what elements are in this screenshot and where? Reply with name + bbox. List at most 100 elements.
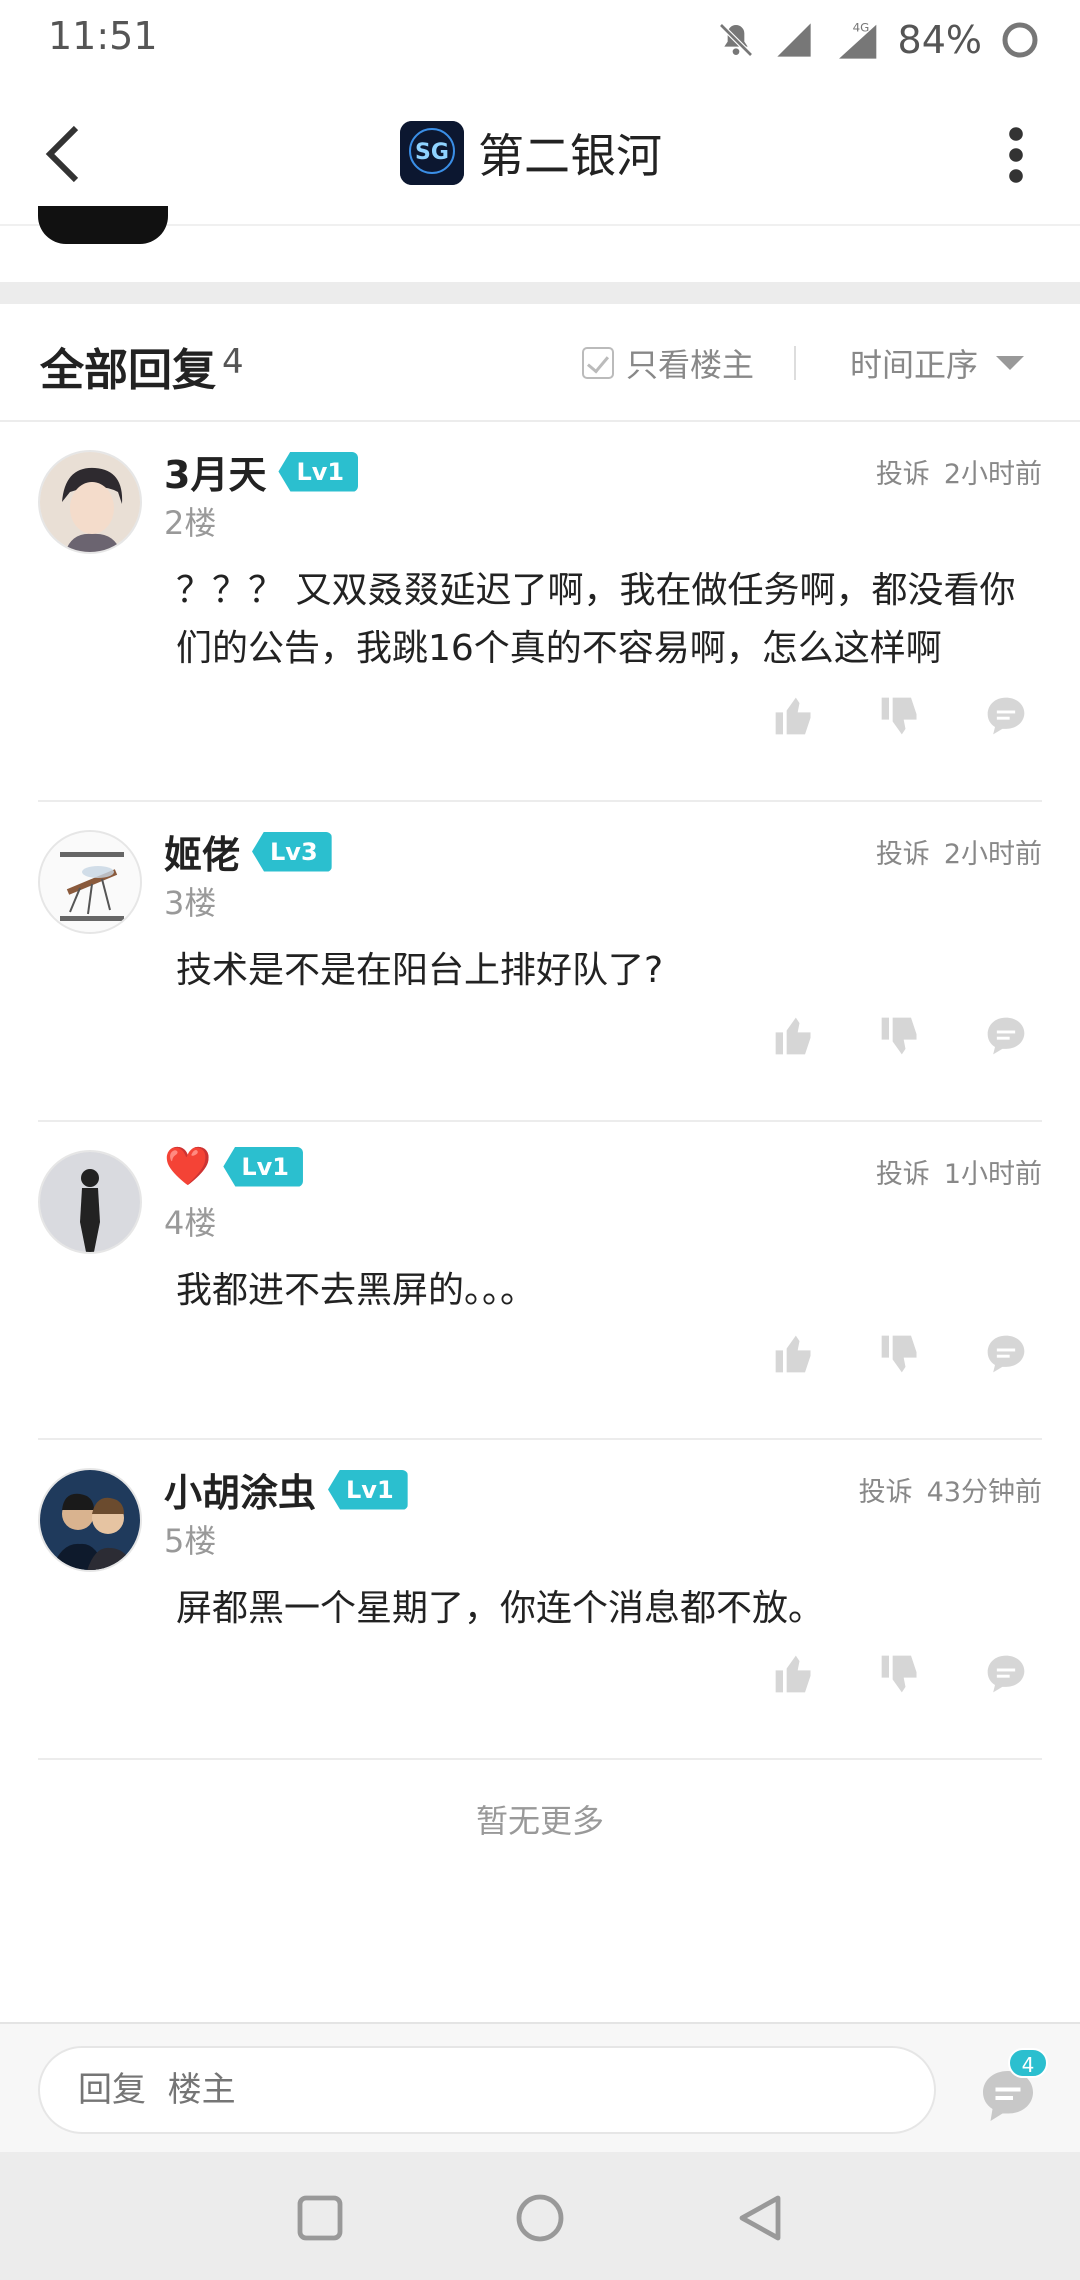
back-nav-button[interactable] xyxy=(730,2188,790,2248)
post-time: 2小时前 xyxy=(943,839,1042,870)
post-content: 屏都黑一个星期了，你连个消息都不放。 xyxy=(176,1580,1040,1638)
level-badge: Lv1 xyxy=(328,1469,408,1510)
post-content-line: ？？？ 又双叒叕延迟了啊，我在做任务啊，都没看你 xyxy=(176,570,1016,611)
comment-icon[interactable] xyxy=(984,694,1028,738)
username-row: 小胡涂虫 Lv1 xyxy=(164,1462,408,1517)
replies-title: 全部回复 xyxy=(40,345,216,396)
comment-icon[interactable] xyxy=(984,1332,1028,1376)
post-time: 43分钟前 xyxy=(926,1477,1042,1508)
username[interactable]: 小胡涂虫 xyxy=(164,1462,316,1517)
report-link[interactable]: 投诉 xyxy=(876,452,930,491)
post-content-line: 们的公告，我跳16个真的不容易啊，怎么这样啊 xyxy=(176,628,942,669)
post-actions xyxy=(772,1652,1028,1696)
floor-number: 3楼 xyxy=(164,884,217,922)
username-row: 3月天 Lv1 xyxy=(164,444,359,499)
sort-dropdown[interactable]: 时间正序 xyxy=(850,340,1025,386)
thumbs-down-icon[interactable] xyxy=(878,1332,922,1376)
square-icon xyxy=(297,2195,343,2241)
level-badge: Lv1 xyxy=(223,1146,303,1187)
page-title: 第二银河 xyxy=(478,129,662,183)
post-content: 技术是不是在阳台上排好队了? xyxy=(176,942,1040,1000)
svg-text:4G: 4G xyxy=(852,21,869,35)
reply-item: 3月天 Lv1 2楼 投诉 2小时前 ？？？ 又双叒叕延迟了啊，我在做任务啊，都… xyxy=(0,422,1080,802)
battery-percent: 84% xyxy=(897,18,982,62)
avatar[interactable] xyxy=(38,830,142,934)
status-bar: 11:51 4G 84% xyxy=(0,0,1080,80)
thumbs-up-icon[interactable] xyxy=(772,1014,816,1058)
username-row: 姬佬 Lv3 xyxy=(164,824,332,879)
app-logo: SG xyxy=(400,121,464,185)
thumbs-down-icon[interactable] xyxy=(878,694,922,738)
op-only-toggle[interactable]: 只看楼主 xyxy=(582,340,754,386)
username[interactable]: ❤️ xyxy=(164,1144,211,1189)
app-header: SG 第二银河 xyxy=(0,80,1080,226)
op-only-label: 只看楼主 xyxy=(626,346,755,384)
username-row: ❤️ Lv1 xyxy=(164,1144,303,1189)
system-nav-bar xyxy=(0,2152,1080,2280)
level-badge: Lv3 xyxy=(252,831,332,872)
comment-icon[interactable] xyxy=(984,1014,1028,1058)
post-content-line: 技术是不是在阳台上排好队了? xyxy=(176,950,664,991)
caret-down-icon xyxy=(996,356,1025,370)
avatar[interactable] xyxy=(38,450,142,554)
avatar[interactable] xyxy=(38,1468,142,1572)
thumbs-up-icon[interactable] xyxy=(772,1652,816,1696)
post-action-stub[interactable] xyxy=(38,206,168,244)
more-menu-button[interactable] xyxy=(996,120,1036,190)
reply-input[interactable] xyxy=(38,2046,936,2134)
post-meta: 投诉 1小时前 xyxy=(876,1152,1042,1191)
thumbs-up-icon[interactable] xyxy=(772,1332,816,1376)
floor-number: 4楼 xyxy=(164,1204,217,1242)
level-badge: Lv1 xyxy=(278,451,359,492)
bell-muted-icon xyxy=(716,20,756,60)
username[interactable]: 3月天 xyxy=(164,444,266,499)
more-vertical-icon xyxy=(1009,127,1023,183)
divider xyxy=(38,1758,1042,1760)
reply-bar: 4 xyxy=(0,2022,1080,2152)
avatar[interactable] xyxy=(38,1150,142,1254)
circle-icon xyxy=(516,2194,564,2242)
floor-number: 5楼 xyxy=(164,1522,217,1560)
battery-ring-icon xyxy=(1000,20,1040,60)
post-content-line: 我都进不去黑屏的。。。 xyxy=(176,1270,537,1311)
signal-icon xyxy=(774,20,814,60)
status-icons: 4G 84% xyxy=(716,14,1040,66)
checkbox-icon[interactable] xyxy=(582,347,614,379)
post-meta: 投诉 43分钟前 xyxy=(859,1470,1042,1509)
reply-item: 小胡涂虫 Lv1 5楼 投诉 43分钟前 屏都黑一个星期了，你连个消息都不放。 xyxy=(0,1440,1080,1760)
page-title-group: SG 第二银河 xyxy=(400,120,662,186)
report-link[interactable]: 投诉 xyxy=(876,832,930,871)
back-button[interactable] xyxy=(32,116,96,192)
replies-count: 4 xyxy=(222,342,244,382)
report-link[interactable]: 投诉 xyxy=(859,1470,913,1509)
post-actions xyxy=(772,694,1028,738)
report-link[interactable]: 投诉 xyxy=(876,1152,930,1191)
post-content: 我都进不去黑屏的。。。 xyxy=(176,1262,1040,1320)
post-meta: 投诉 2小时前 xyxy=(876,452,1042,491)
thumbs-down-icon[interactable] xyxy=(878,1014,922,1058)
post-content: ？？？ 又双叒叕延迟了啊，我在做任务啊，都没看你 们的公告，我跳16个真的不容易… xyxy=(176,562,1040,678)
status-time: 11:51 xyxy=(48,14,158,58)
comment-icon[interactable] xyxy=(984,1652,1028,1696)
post-actions xyxy=(772,1332,1028,1376)
no-more-text: 暂无更多 xyxy=(475,1802,604,1840)
svg-text:SG: SG xyxy=(415,140,449,165)
comment-count-badge: 4 xyxy=(1008,2048,1048,2078)
thumbs-up-icon[interactable] xyxy=(772,694,816,738)
floor-number: 2楼 xyxy=(164,504,217,542)
post-meta: 投诉 2小时前 xyxy=(876,832,1042,871)
recent-apps-button[interactable] xyxy=(290,2188,350,2248)
signal-4g-icon: 4G xyxy=(832,18,880,62)
thumbs-down-icon[interactable] xyxy=(878,1652,922,1696)
chevron-left-icon xyxy=(45,125,79,183)
home-button[interactable] xyxy=(510,2188,570,2248)
username[interactable]: 姬佬 xyxy=(164,824,240,879)
section-divider xyxy=(0,282,1080,304)
replies-header: 全部回复 4 只看楼主 时间正序 xyxy=(0,304,1080,422)
triangle-back-icon xyxy=(739,2195,781,2241)
post-content-line: 屏都黑一个星期了，你连个消息都不放。 xyxy=(176,1588,825,1629)
sort-label: 时间正序 xyxy=(850,346,979,384)
divider xyxy=(794,346,796,380)
post-time: 1小时前 xyxy=(943,1159,1042,1190)
reply-item: 姬佬 Lv3 3楼 投诉 2小时前 技术是不是在阳台上排好队了? xyxy=(0,802,1080,1122)
